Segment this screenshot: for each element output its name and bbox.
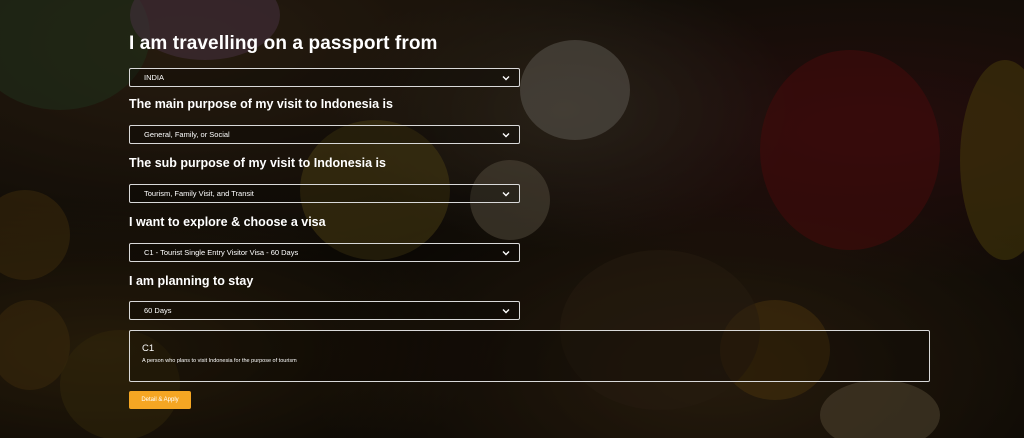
main-purpose-select[interactable]: General, Family, or Social [129, 125, 520, 144]
chevron-down-icon [502, 308, 510, 313]
visa-type-value: C1 - Tourist Single Entry Visitor Visa -… [144, 248, 299, 257]
stay-duration-value: 60 Days [144, 306, 172, 315]
sub-purpose-value: Tourism, Family Visit, and Transit [144, 189, 254, 198]
passport-country-select[interactable]: INDIA [129, 68, 520, 87]
stay-duration-select[interactable]: 60 Days [129, 301, 520, 320]
sub-purpose-select[interactable]: Tourism, Family Visit, and Transit [129, 184, 520, 203]
sub-purpose-label: The sub purpose of my visit to Indonesia… [129, 156, 386, 170]
visa-info-description: A person who plans to visit Indonesia fo… [142, 358, 297, 364]
passport-country-value: INDIA [144, 73, 165, 82]
chevron-down-icon [502, 132, 510, 137]
chevron-down-icon [502, 250, 510, 255]
passport-heading: I am travelling on a passport from [129, 33, 438, 54]
chevron-down-icon [502, 191, 510, 196]
visa-choice-label: I want to explore & choose a visa [129, 215, 326, 229]
visa-info-box: C1 A person who plans to visit Indonesia… [129, 330, 930, 382]
visa-info-code: C1 [142, 343, 155, 354]
detail-apply-button[interactable]: Detail & Apply [129, 391, 191, 409]
chevron-down-icon [502, 75, 510, 80]
visa-type-select[interactable]: C1 - Tourist Single Entry Visitor Visa -… [129, 243, 520, 262]
stay-duration-label: I am planning to stay [129, 274, 254, 288]
main-purpose-value: General, Family, or Social [144, 130, 230, 139]
main-purpose-label: The main purpose of my visit to Indonesi… [129, 97, 393, 111]
